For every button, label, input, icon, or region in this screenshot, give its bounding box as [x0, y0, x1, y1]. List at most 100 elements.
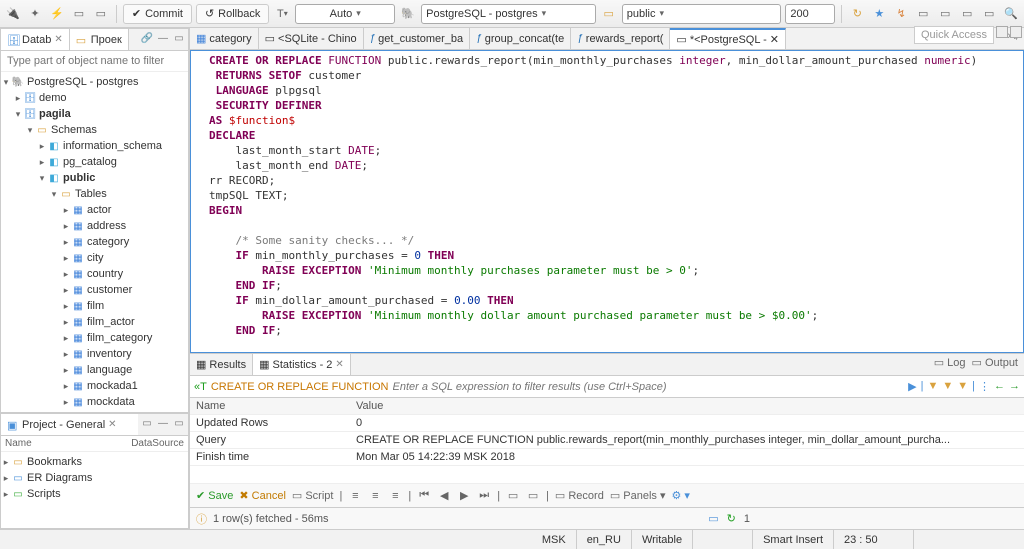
- plug-off-icon[interactable]: ✦: [26, 5, 44, 23]
- editor-tab-getcust[interactable]: ƒget_customer_ba: [364, 28, 471, 49]
- max-icon[interactable]: ▭: [172, 31, 186, 45]
- nav-icon5[interactable]: ▭: [936, 5, 954, 23]
- edit-icon[interactable]: ≡: [348, 490, 362, 502]
- tree-table[interactable]: film: [87, 300, 104, 312]
- editor-tab-active[interactable]: ▭*<PostgreSQL - ✕: [670, 28, 786, 49]
- connection-select[interactable]: PostgreSQL - postgres▾: [421, 4, 596, 24]
- results-output[interactable]: ▭ Output: [972, 356, 1018, 373]
- min-icon[interactable]: —: [156, 416, 170, 430]
- min-icon[interactable]: —: [156, 31, 170, 45]
- tree-table[interactable]: inventory: [87, 348, 132, 360]
- search-icon[interactable]: 🔍: [1002, 5, 1020, 23]
- editor-tab-category[interactable]: ▦category: [190, 28, 259, 49]
- nav-icon1[interactable]: ↻: [848, 5, 866, 23]
- prev-icon[interactable]: ◀: [437, 489, 451, 502]
- sql-file-icon[interactable]: ▭: [92, 5, 110, 23]
- next-icon[interactable]: ▶: [457, 489, 471, 502]
- tab-project-general[interactable]: ▣Project - General✕: [1, 414, 138, 435]
- row-count: 1: [744, 513, 750, 525]
- tree-table[interactable]: city: [87, 252, 104, 264]
- nav-icon6[interactable]: ▭: [958, 5, 976, 23]
- edit-icon[interactable]: ≡: [368, 490, 382, 502]
- rollback-button[interactable]: ↺Rollback: [196, 4, 269, 24]
- last-icon[interactable]: ⏭: [477, 489, 491, 502]
- tree-filter-input[interactable]: [1, 51, 188, 72]
- bolt-icon[interactable]: ⚡: [48, 5, 66, 23]
- nav-icon4[interactable]: ▭: [914, 5, 932, 23]
- first-icon[interactable]: ⏮: [417, 489, 431, 502]
- editor-tab-groupconcat[interactable]: ƒgroup_concat(te: [470, 28, 571, 49]
- editor-tab-rewards[interactable]: ƒrewards_report(: [571, 28, 670, 49]
- max-icon[interactable]: ▭: [172, 416, 186, 430]
- status-text: 1 row(s) fetched - 56ms: [213, 513, 329, 525]
- tree-db-pagila[interactable]: pagila: [39, 108, 71, 120]
- col-header-name[interactable]: Name: [190, 398, 350, 415]
- quick-access-input[interactable]: Quick Access: [914, 26, 994, 44]
- funnel-icon[interactable]: ▼: [957, 380, 968, 393]
- funnel-icon[interactable]: ▼: [927, 380, 938, 393]
- tx-mode-select[interactable]: Auto▾: [295, 4, 395, 24]
- nav-icon2[interactable]: ★: [870, 5, 888, 23]
- prev-icon[interactable]: ←: [994, 380, 1005, 393]
- tree-table[interactable]: mockada1: [87, 380, 138, 392]
- plug-icon[interactable]: 🔌: [4, 5, 22, 23]
- tree-connection[interactable]: PostgreSQL - postgres: [27, 76, 138, 88]
- tree-table[interactable]: mockdata: [87, 396, 135, 408]
- save-button[interactable]: ✔ Save: [196, 489, 233, 502]
- funnel-icon[interactable]: ▼: [942, 380, 953, 393]
- tab-results[interactable]: ▦Results: [190, 354, 253, 375]
- tab-statistics[interactable]: ▦Statistics - 2✕: [253, 354, 351, 375]
- filter-toggle-icon[interactable]: «T: [194, 381, 207, 393]
- menu-icon[interactable]: ⋮: [979, 380, 990, 393]
- refresh-icon[interactable]: ↻: [727, 512, 736, 525]
- apply-icon[interactable]: ▶: [908, 380, 916, 393]
- proj-scripts[interactable]: Scripts: [27, 488, 61, 500]
- next-icon[interactable]: →: [1009, 380, 1020, 393]
- tree-table[interactable]: customer: [87, 284, 132, 296]
- results-table[interactable]: NameValue Updated Rows0 QueryCREATE OR R…: [190, 398, 1024, 483]
- record-button[interactable]: ▭ Record: [555, 489, 604, 502]
- tree-table[interactable]: language: [87, 364, 132, 376]
- edit-icon[interactable]: ≡: [388, 490, 402, 502]
- commit-button[interactable]: ✔Commit: [123, 4, 192, 24]
- tree-table[interactable]: film_actor: [87, 316, 135, 328]
- status-tz: MSK: [532, 530, 577, 549]
- nav-icon7[interactable]: ▭: [980, 5, 998, 23]
- editor-tab-sqlite[interactable]: ▭<SQLite - Chino: [259, 28, 364, 49]
- results-filter-input[interactable]: [393, 381, 905, 393]
- tree-tables[interactable]: Tables: [75, 188, 107, 200]
- tree-schema-public[interactable]: public: [63, 172, 95, 184]
- sql-icon[interactable]: ▭: [70, 5, 88, 23]
- script-button[interactable]: ▭ Script: [292, 489, 334, 502]
- proj-bookmarks[interactable]: Bookmarks: [27, 456, 82, 468]
- tab-projects[interactable]: ▭Проек: [70, 29, 129, 50]
- tree-table[interactable]: category: [87, 236, 129, 248]
- sql-editor[interactable]: CREATE OR REPLACE FUNCTION public.reward…: [190, 50, 1024, 353]
- tree-schema[interactable]: pg_catalog: [63, 156, 117, 168]
- table-row: Updated Rows0: [190, 415, 1024, 432]
- view-menu-icon[interactable]: ▭: [140, 416, 154, 430]
- nav-icon3[interactable]: ↯: [892, 5, 910, 23]
- tree-table[interactable]: actor: [87, 204, 111, 216]
- tree-table[interactable]: country: [87, 268, 123, 280]
- tx-icon[interactable]: T▾: [273, 5, 291, 23]
- del-icon[interactable]: ▭: [526, 489, 540, 502]
- gear-icon[interactable]: ⚙ ▾: [672, 489, 690, 502]
- cancel-button[interactable]: ✖ Cancel: [239, 489, 286, 502]
- proj-erdiagrams[interactable]: ER Diagrams: [27, 472, 92, 484]
- tree-schema[interactable]: information_schema: [63, 140, 162, 152]
- tab-database[interactable]: 🗄Datab✕: [1, 29, 70, 50]
- add-icon[interactable]: ▭: [506, 489, 520, 502]
- perspective-icons[interactable]: [996, 26, 1022, 38]
- col-header-value[interactable]: Value: [350, 398, 1024, 415]
- results-log[interactable]: ▭ Log: [934, 356, 966, 373]
- row-limit-input[interactable]: 200: [785, 4, 835, 24]
- database-tree[interactable]: ▾🐘PostgreSQL - postgres ▸🗄demo ▾🗄pagila …: [1, 72, 188, 412]
- panels-button[interactable]: ▭ Panels ▾: [610, 489, 666, 502]
- link-icon[interactable]: 🔗: [140, 31, 154, 45]
- tree-table[interactable]: address: [87, 220, 126, 232]
- tree-table[interactable]: film_category: [87, 332, 152, 344]
- tree-schemas[interactable]: Schemas: [51, 124, 97, 136]
- schema-select[interactable]: public▾: [622, 4, 782, 24]
- tree-db-demo[interactable]: demo: [39, 92, 67, 104]
